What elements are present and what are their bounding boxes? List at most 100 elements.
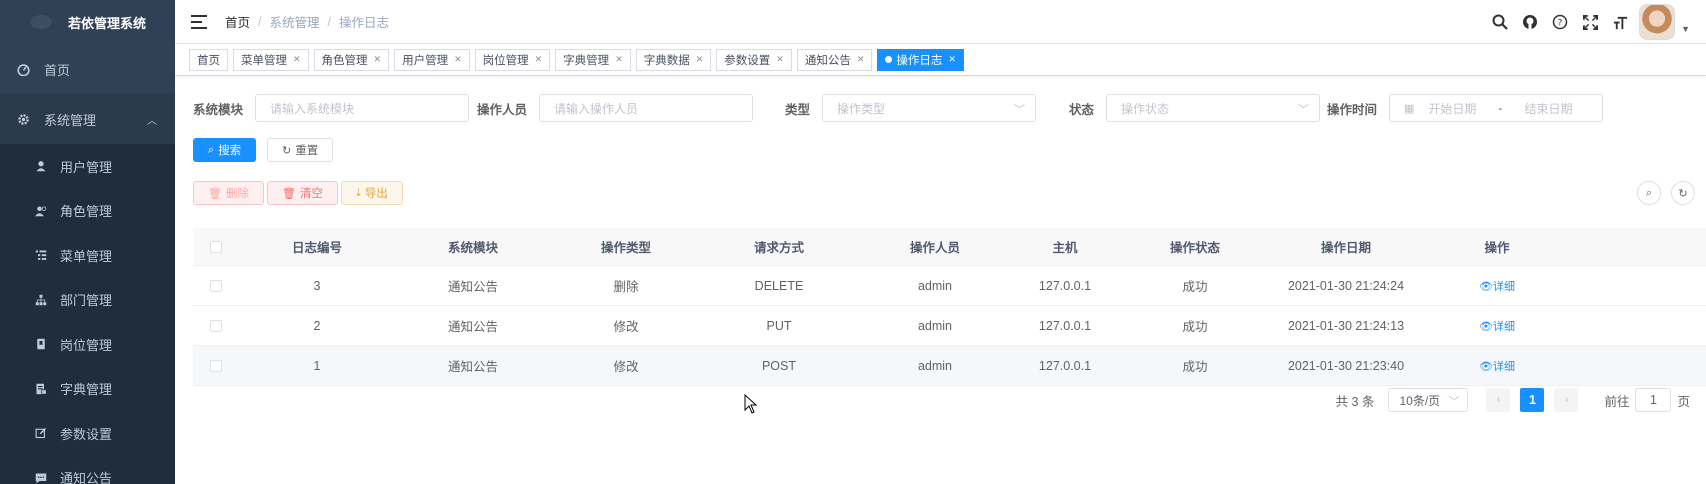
- delete-button[interactable]: 🗑 删除: [193, 181, 264, 205]
- search-icon[interactable]: [1485, 7, 1515, 37]
- row-checkbox[interactable]: [210, 279, 222, 292]
- tag-home[interactable]: 首页: [189, 48, 228, 71]
- sidebar-group-system[interactable]: 系统管理 ︿: [0, 94, 175, 144]
- sidebar-item-role[interactable]: 角色管理: [0, 189, 175, 234]
- app-title: 若依管理系统: [68, 15, 147, 31]
- tag-post[interactable]: 岗位管理 ✕: [474, 48, 551, 71]
- sidebar-item-home[interactable]: 首页: [0, 44, 175, 94]
- sidebar-submenu: 用户管理 角色管理 菜单管理 部门管理 岗位管理 字典管理 参数设置 通知公告: [0, 144, 175, 484]
- sidebar-item-dict[interactable]: 字典管理: [0, 367, 175, 412]
- type-placeholder: 操作类型: [837, 101, 886, 116]
- search-icon: ⌕: [1645, 186, 1653, 199]
- close-icon[interactable]: ✕: [535, 54, 543, 65]
- export-button[interactable]: ⤓ 导出: [341, 181, 403, 205]
- goto-page-input[interactable]: 1: [1635, 388, 1672, 412]
- close-icon[interactable]: ✕: [293, 54, 301, 65]
- gear-icon: [16, 112, 30, 126]
- chevron-down-icon: ﹀: [1298, 104, 1310, 116]
- clean-button[interactable]: 🗑 清空: [267, 181, 338, 205]
- sidebar-item-dept[interactable]: 部门管理: [0, 278, 175, 323]
- navbar: 首页 / 系统管理 / 操作日志 ? ▼: [175, 0, 1706, 44]
- cell-status: 成功: [1182, 320, 1208, 334]
- status-select[interactable]: 操作状态 ﹀: [1106, 94, 1321, 122]
- github-icon[interactable]: [1515, 7, 1545, 37]
- sidebar-item-config[interactable]: 参数设置: [0, 411, 175, 456]
- table-row[interactable]: 2 通知公告 修改 PUT admin 127.0.0.1 成功 2021-01…: [193, 306, 1706, 346]
- tag-user[interactable]: 用户管理 ✕: [394, 48, 470, 71]
- close-icon[interactable]: ✕: [374, 54, 382, 65]
- detail-link[interactable]: 👁详细: [1479, 361, 1515, 373]
- logo[interactable]: 若依管理系统: [0, 0, 175, 44]
- cell-date: 2021-01-30 21:24:24: [1287, 278, 1405, 293]
- sidebar-item-label: 通知公告: [60, 471, 113, 484]
- sidebar-item-post[interactable]: 岗位管理: [0, 322, 175, 367]
- detail-link[interactable]: 👁详细: [1479, 321, 1515, 333]
- search-button-label: 搜索: [218, 145, 242, 157]
- goto-label: 前往: [1604, 394, 1630, 409]
- cell-action: 👁详细: [1419, 278, 1575, 294]
- row-select-cell: [193, 359, 239, 372]
- row-checkbox[interactable]: [210, 359, 222, 372]
- next-page-button[interactable]: ›: [1554, 388, 1579, 412]
- tag-label: 首页: [197, 54, 220, 67]
- sidebar-item-menu[interactable]: 菜单管理: [0, 233, 175, 278]
- breadcrumb-item-home[interactable]: 首页: [225, 12, 250, 31]
- close-icon[interactable]: ✕: [696, 54, 704, 65]
- cell-action: 👁详细: [1419, 358, 1575, 374]
- tag-notice[interactable]: 通知公告 ✕: [796, 48, 873, 71]
- close-icon[interactable]: ✕: [776, 54, 784, 65]
- caret-down-icon[interactable]: ▼: [1681, 24, 1690, 34]
- app: 若依管理系统 首页 系统管理 ︿ 用户管理 角色管理 菜单管理 部门管理 岗位管…: [0, 0, 1706, 484]
- tag-operlog[interactable]: 操作日志 ✕: [877, 48, 964, 71]
- detail-link[interactable]: 👁详细: [1479, 281, 1515, 293]
- close-icon[interactable]: ✕: [948, 54, 956, 65]
- column-header: 操作类型: [600, 241, 651, 255]
- sidebar-item-notice[interactable]: 通知公告: [0, 456, 175, 484]
- avatar[interactable]: [1639, 4, 1676, 40]
- question-icon[interactable]: ?: [1545, 7, 1575, 37]
- toggle-search-button[interactable]: ⌕: [1637, 181, 1661, 205]
- end-date-placeholder[interactable]: 结束日期: [1524, 100, 1572, 117]
- close-icon[interactable]: ✕: [454, 54, 462, 65]
- prev-page-button[interactable]: ‹: [1486, 388, 1511, 412]
- page-size-select[interactable]: 10条/页 ﹀: [1388, 388, 1469, 412]
- tag-label: 菜单管理: [241, 54, 287, 67]
- select-all-checkbox[interactable]: [210, 240, 222, 253]
- form-item-type: 类型 操作类型 ﹀: [785, 94, 1037, 122]
- column-header: 操作日期: [1320, 241, 1371, 255]
- clean-button-label: 清空: [299, 188, 323, 200]
- delete-button-label: 删除: [225, 188, 249, 200]
- cell-module: 通知公告: [447, 360, 498, 374]
- module-input[interactable]: 请输入系统模块: [255, 94, 470, 122]
- sidebar-item-user[interactable]: 用户管理: [0, 144, 175, 189]
- form-item-status: 状态 操作状态 ﹀: [1069, 94, 1321, 122]
- start-date-placeholder[interactable]: 开始日期: [1428, 100, 1476, 117]
- operator-input[interactable]: 请输入操作人员: [539, 94, 754, 122]
- fullscreen-icon[interactable]: [1575, 7, 1605, 37]
- hamburger-icon[interactable]: [191, 14, 207, 29]
- tag-dict[interactable]: 字典管理 ✕: [555, 48, 631, 71]
- tag-role[interactable]: 角色管理 ✕: [313, 48, 390, 71]
- search-button[interactable]: ⌕ 搜索: [193, 138, 257, 162]
- row-checkbox[interactable]: [210, 319, 222, 332]
- refresh-button[interactable]: ↻: [1671, 181, 1695, 205]
- table-header: 日志编号 系统模块 操作类型 请求方式 操作人员 主机 操作状态 操作日期 操作: [193, 228, 1706, 266]
- close-icon[interactable]: ✕: [857, 54, 865, 65]
- status-label: 状态: [1069, 102, 1095, 117]
- font-size-icon[interactable]: [1605, 7, 1635, 37]
- breadcrumb-separator: /: [327, 14, 331, 29]
- refresh-icon: ↻: [282, 144, 292, 157]
- cell-host: 127.0.0.1: [1038, 278, 1092, 293]
- table-row[interactable]: 3 通知公告 删除 DELETE admin 127.0.0.1 成功 2021…: [193, 266, 1706, 306]
- page-number-current[interactable]: 1: [1520, 388, 1545, 412]
- reset-button[interactable]: ↻ 重置: [267, 138, 334, 162]
- tag-config[interactable]: 参数设置 ✕: [716, 48, 792, 71]
- tag-dict-data[interactable]: 字典数据 ✕: [635, 48, 712, 71]
- type-select[interactable]: 操作类型 ﹀: [822, 94, 1037, 122]
- sidebar-item-label: 首页: [44, 62, 71, 78]
- breadcrumb: 首页 / 系统管理 / 操作日志: [225, 12, 389, 31]
- tag-menu[interactable]: 菜单管理 ✕: [233, 48, 309, 71]
- date-range-picker[interactable]: ▦ 开始日期 - 结束日期: [1389, 94, 1604, 122]
- close-icon[interactable]: ✕: [615, 54, 623, 65]
- table-row[interactable]: 1 通知公告 修改 POST admin 127.0.0.1 成功 2021-0…: [193, 346, 1706, 386]
